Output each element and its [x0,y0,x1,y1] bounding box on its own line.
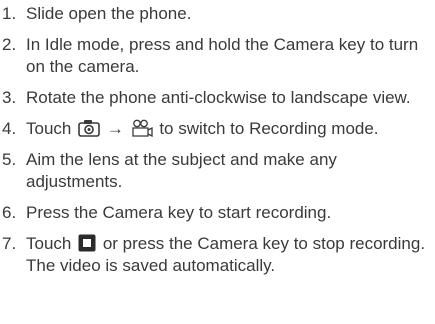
step-text-after: to switch to Recording mode. [159,119,379,138]
step-number: 2. [2,35,17,54]
step-note: The video is saved automatically. [26,256,276,275]
stop-icon [78,234,96,252]
list-item: 4. Touch → to switch to Recording mode. [0,118,435,140]
step-number: 1. [2,4,17,23]
camera-settings-icon [78,119,100,137]
step-number: 5. [2,150,17,169]
step-number: 4. [2,119,17,138]
step-number: 3. [2,88,17,107]
list-item: 7. Touch or press the Camera key to stop… [0,233,435,277]
list-item: 3. Rotate the phone anti-clockwise to la… [0,87,435,109]
arrow-glyph: → [106,119,124,138]
instruction-list: 1. Slide open the phone. 2. In Idle mode… [0,3,435,277]
step-text: Touch → to switch to Recording mode. [26,118,435,140]
list-item: 5. Aim the lens at the subject and make … [0,149,435,193]
list-item: 1. Slide open the phone. [0,3,435,25]
step-text: Aim the lens at the subject and make any… [26,150,337,191]
step-text: Rotate the phone anti-clockwise to lands… [26,88,411,107]
step-text-before: Touch [26,119,72,138]
list-item: 6. Press the Camera key to start recordi… [0,202,435,224]
step-text: In Idle mode, press and hold the Camera … [26,35,419,76]
step-text: Slide open the phone. [26,4,192,23]
step-number: 6. [2,203,17,222]
step-text: Touch or press the Camera key to stop re… [26,233,435,277]
step-text-before: Touch [26,234,72,253]
video-camera-icon [131,119,153,137]
step-text: Press the Camera key to start recording. [26,203,332,222]
step-number: 7. [2,234,17,253]
list-item: 2. In Idle mode, press and hold the Came… [0,34,435,78]
step-text-after: or press the Camera key to stop recordin… [102,234,426,253]
